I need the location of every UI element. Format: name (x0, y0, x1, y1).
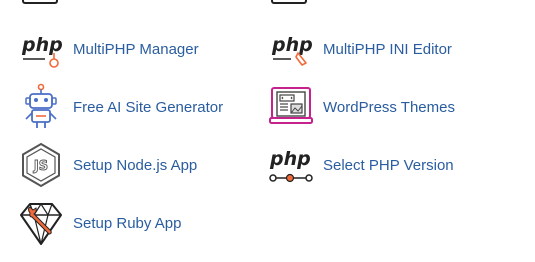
robot-icon (17, 83, 65, 131)
setup-nodejs-app-link[interactable]: JS Setup Node.js App (17, 141, 197, 189)
svg-text:php: php (269, 148, 311, 170)
select-php-version-label: Select PHP Version (323, 156, 454, 174)
multiphp-ini-editor-icon: php (267, 25, 315, 73)
svg-text:php: php (21, 34, 63, 56)
select-php-version-icon: php (267, 141, 315, 189)
setup-ruby-app-link[interactable]: Setup Ruby App (17, 199, 181, 247)
nodejs-hexagon-icon: JS (17, 141, 65, 189)
multiphp-manager-link[interactable]: php MultiPHP Manager (17, 25, 199, 73)
setup-nodejs-app-label: Setup Node.js App (73, 156, 198, 174)
partial-icon-top-right (271, 0, 307, 4)
select-php-version-link[interactable]: php Select PHP Version (267, 141, 454, 189)
multiphp-ini-editor-link[interactable]: php MultiPHP INI Editor (267, 25, 452, 73)
partial-icon-top-left (22, 0, 58, 4)
setup-ruby-app-label: Setup Ruby App (73, 214, 182, 232)
ai-site-generator-link[interactable]: Free AI Site Generator (17, 83, 223, 131)
multiphp-ini-editor-label: MultiPHP INI Editor (323, 40, 452, 58)
svg-text:JS: JS (33, 159, 48, 174)
multiphp-manager-icon: php (17, 25, 65, 73)
svg-text:php: php (271, 34, 313, 56)
ai-site-generator-label: Free AI Site Generator (73, 98, 224, 116)
ruby-gem-icon (17, 199, 65, 247)
wordpress-themes-link[interactable]: WordPress Themes (267, 83, 455, 131)
wordpress-themes-icon (267, 83, 315, 131)
multiphp-manager-label: MultiPHP Manager (73, 40, 199, 58)
wordpress-themes-label: WordPress Themes (323, 98, 455, 116)
